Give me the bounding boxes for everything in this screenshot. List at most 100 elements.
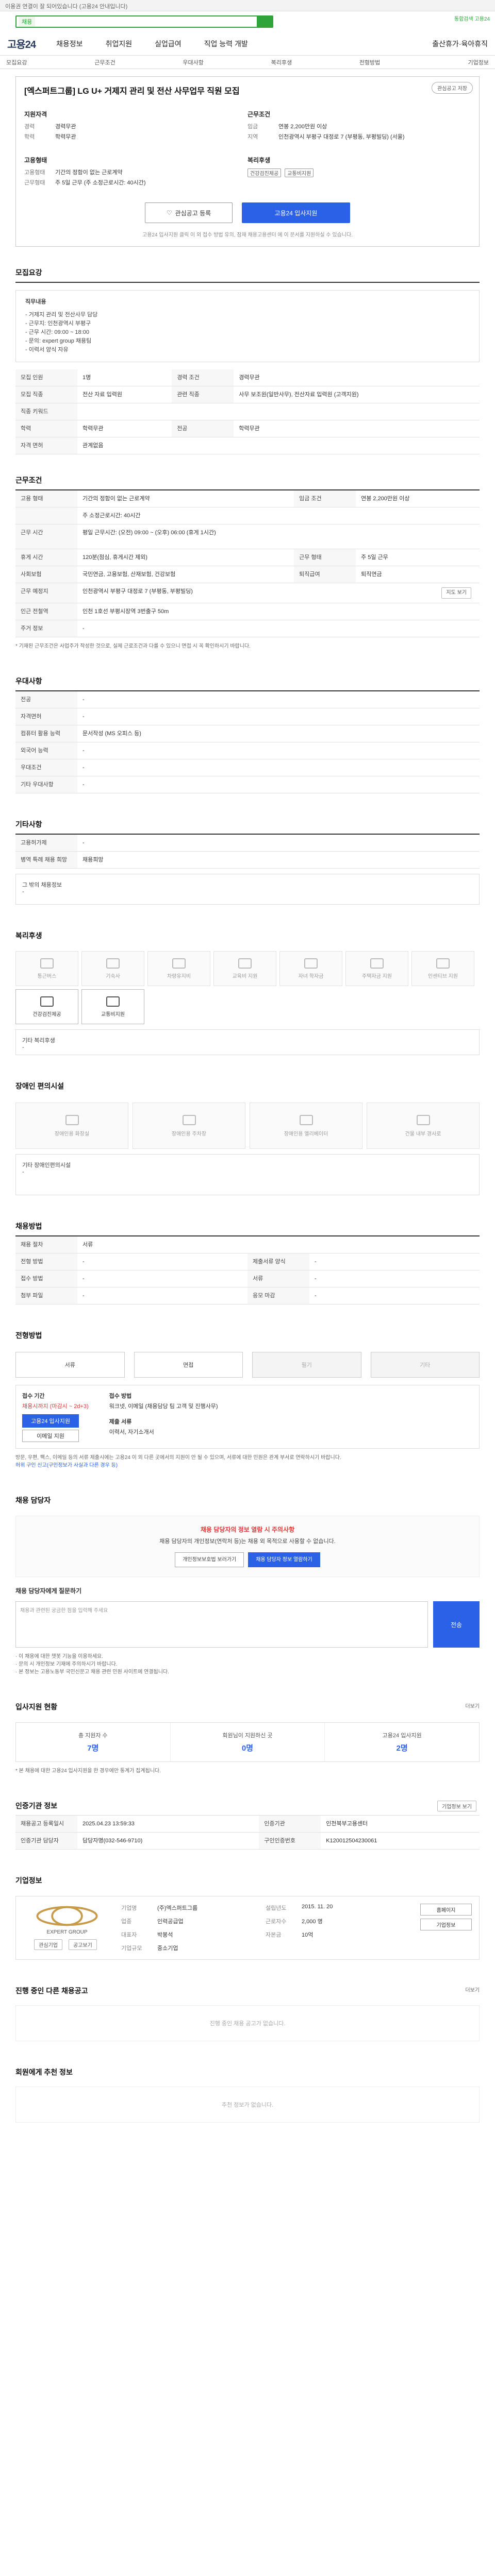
- company-link-buttons: 홈페이지 기업정보: [420, 1904, 472, 1952]
- company-jobs-button[interactable]: 공고보기: [69, 1939, 97, 1950]
- stat-value: 0명: [241, 1744, 254, 1753]
- footer-gap: [0, 2123, 495, 2138]
- contact-tip: · 문의 시 개인정보 기재에 주의하시기 바랍니다.: [15, 1662, 118, 1667]
- stats-foot: * 본 채용에 대한 고용24 입사지원을 한 경우에만 통계가 집계됩니다.: [15, 1768, 161, 1774]
- cell-value: -: [77, 691, 480, 708]
- disability-item-label: 장애인용 화장실: [54, 1131, 90, 1137]
- job-desc-line: - 문의: expert group 채용팀: [25, 338, 92, 344]
- cell-key: 임금 조건: [294, 490, 356, 507]
- info-value: 인력공급업: [157, 1919, 184, 1925]
- tab-welfare[interactable]: 복리후생: [271, 58, 359, 66]
- cell-key: 휴게 시간: [15, 549, 77, 566]
- info-key: 대표자: [121, 1932, 137, 1938]
- nav-item-jobs[interactable]: 채용정보: [56, 39, 83, 49]
- screen-section: 채용방법 채용 절차 서류 전형 방법 - 제출서류 양식 - 접수 방법 - 서류 - 첨부…: [15, 1216, 480, 1304]
- cell-key: 퇴직급여: [294, 566, 356, 583]
- health-check-icon: [40, 996, 54, 1007]
- welfare-item-label: 인센티브 지원: [428, 973, 458, 979]
- cell-key: 근무 예정지: [15, 583, 77, 603]
- method-value: 워크넷, 이메일 (채용담당 팀 고객 및 진행사무): [109, 1403, 218, 1410]
- tab-work[interactable]: 근무조건: [94, 58, 183, 66]
- logo[interactable]: 고용24: [7, 36, 36, 51]
- ramp-icon: [416, 1114, 430, 1125]
- welfare-section: 복리후생 통근버스 기숙사 차량유지비 교육비 지원 자녀 학자금 주택자금 지…: [15, 925, 480, 1055]
- search-button[interactable]: [257, 16, 272, 27]
- contact-section-title: 채용 담당자: [15, 1496, 51, 1504]
- nav-item-benefit[interactable]: 실업급여: [155, 39, 182, 49]
- privacy-law-button[interactable]: 개인정보보호법 보러가기: [175, 1552, 244, 1567]
- emp-value: 기간의 정함이 없는 근로계약: [55, 170, 123, 176]
- tab-screen[interactable]: 전형방법: [359, 58, 448, 66]
- favorite-company-button[interactable]: 관심기업: [34, 1939, 62, 1950]
- welfare-item-label: 자녀 학자금: [298, 973, 324, 979]
- apply-note-line[interactable]: 허위 구인 신고(구인정보가 사실과 다른 경우 등): [15, 1462, 480, 1469]
- step-written: 필기: [252, 1352, 361, 1378]
- job-summary-card: [엑스퍼트그룹] LG U+ 거제지 관리 및 전산 사무업무 직원 모집 관심…: [15, 76, 480, 247]
- company-logo-icon: [36, 1906, 98, 1926]
- stats-section-title: 입사지원 현황 더보기: [15, 1697, 480, 1716]
- cell-key: 고용 형태: [15, 490, 77, 507]
- cell-key: 모집 직종: [15, 386, 77, 403]
- cell-value: 학력무관: [234, 420, 480, 437]
- cell-key: [15, 507, 77, 524]
- apply-now-button[interactable]: 고용24 입사지원: [22, 1414, 79, 1428]
- search-input[interactable]: 채용: [15, 15, 273, 28]
- recruit-section-title: 모집요강: [15, 262, 480, 283]
- cell-key: 접수 방법: [15, 1270, 77, 1287]
- stat-item: 고용24 입사지원 2명: [325, 1723, 479, 1761]
- cell-key: 전형 방법: [15, 1253, 77, 1270]
- stats-section: 입사지원 현황 더보기 총 지원자 수 7명 회원님이 지원하신 곳 0명 고용24 …: [15, 1697, 480, 1775]
- email-apply-button[interactable]: 이메일 지원: [22, 1430, 79, 1442]
- cell-value: 주 소정근로시간: 40시간: [77, 507, 480, 524]
- company-detail-button[interactable]: 기업정보: [420, 1919, 472, 1930]
- tab-pref[interactable]: 우대사항: [183, 58, 271, 66]
- other-jobs-section: 진행 중인 다른 채용공고 더보기 진행 중인 채용 공고가 없습니다.: [15, 1980, 480, 2041]
- apply-step-tabs: 서류 면접 필기 기타: [15, 1352, 480, 1378]
- cell-key: 채용 절차: [15, 1236, 77, 1253]
- pref-section-title: 우대사항: [15, 671, 480, 691]
- work-table: 고용 형태 기간의 정함이 없는 근로계약 임금 조건 연봉 2,200만원 이상 주…: [15, 490, 480, 637]
- period-value: 채용시까지 (마감시 ~ 2d+3): [22, 1403, 89, 1410]
- top-right-link[interactable]: 통합검색 고용24: [454, 14, 490, 22]
- info-section: 인증기관 정보 기업정보 보기 채용공고 등록일시 2025.04.23 13:59…: [15, 1795, 480, 1850]
- contact-warning-box: 채용 담당자의 정보 열람 시 주의사항 채용 담당자의 개인정보(연락처 등)…: [15, 1516, 480, 1577]
- welfare-badge: 교통비지원: [285, 168, 314, 177]
- cell-key: 학력: [15, 420, 77, 437]
- nav-item-training[interactable]: 직업 능력 개발: [204, 39, 248, 49]
- send-button[interactable]: 전송: [433, 1601, 480, 1648]
- incentive-icon: [436, 958, 450, 969]
- tab-recruit[interactable]: 모집요강: [6, 58, 94, 66]
- stats-more-link[interactable]: 더보기: [465, 1702, 480, 1709]
- bookmark-button[interactable]: ♡ 관심공고 등록: [145, 202, 233, 223]
- view-contact-button[interactable]: 채용 담당자 정보 열람하기: [248, 1552, 320, 1567]
- company-info-button[interactable]: 기업정보 보기: [437, 1801, 476, 1811]
- nav-item-support[interactable]: 취업지원: [106, 39, 133, 49]
- stat-value: 2명: [396, 1744, 408, 1753]
- cell-value: 학력무관: [77, 420, 172, 437]
- cell-key: 우대조건: [15, 759, 77, 776]
- apply-button[interactable]: 고용24 입사지원: [242, 202, 350, 223]
- cell-value: 전산 자료 입력원: [77, 386, 172, 403]
- cell-value: 사무 보조원(일반사무), 전산자료 입력원 (고객지원): [234, 386, 480, 403]
- nav-item-leave[interactable]: 출산휴가·육아휴직: [432, 39, 488, 49]
- cell-value: 서류: [77, 1236, 480, 1253]
- cell-key: 서류: [248, 1270, 309, 1287]
- cell-value: -: [309, 1270, 480, 1287]
- welfare-item-label: 주택자금 지원: [362, 973, 392, 979]
- save-job-button[interactable]: 관심공고 저장: [432, 82, 473, 94]
- emp-value: 주 5일 근무 (주 소정근로시간: 40시간): [55, 180, 146, 186]
- map-button[interactable]: 지도 보기: [441, 587, 471, 599]
- cell-key: 인증기관 담당자: [15, 1832, 77, 1850]
- cell-key: 컴퓨터 활용 능력: [15, 725, 77, 742]
- question-textarea[interactable]: 채용과 관련된 궁금한 점을 입력해 주세요: [15, 1601, 428, 1648]
- info-value: 박봉석: [157, 1932, 173, 1938]
- etc-section: 기타사항 고용허가제 - 병역 특례 채용 희망 채용희망 그 밖의 채용정보 -: [15, 814, 480, 905]
- cell-key: 근무 시간: [15, 524, 77, 549]
- homepage-button[interactable]: 홈페이지: [420, 1904, 472, 1916]
- other-jobs-more[interactable]: 더보기: [465, 1986, 480, 1993]
- tab-company[interactable]: 기업정보: [448, 58, 489, 66]
- apply-note: 고용24 입사지원 클릭 이 외 접수 방법 유의, 잠재 채용고용센터 에 이…: [24, 230, 471, 238]
- recruit-value: 학력무관: [55, 134, 76, 140]
- welfare-section-title: 복리후생: [15, 931, 42, 940]
- section-tabs: 모집요강 근무조건 우대사항 복리후생 전형방법 기업정보: [0, 56, 495, 69]
